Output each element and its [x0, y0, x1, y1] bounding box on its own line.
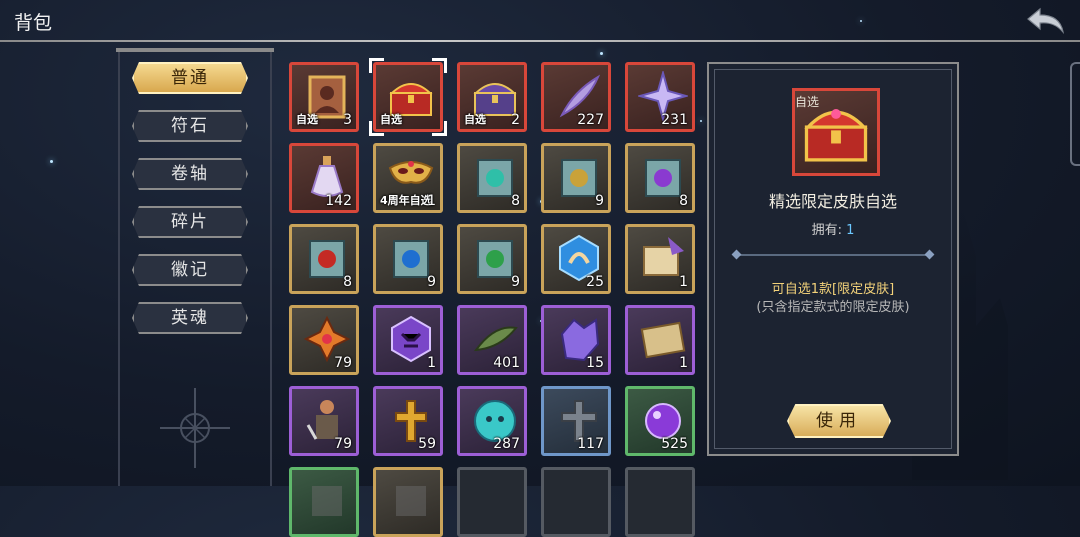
item-count: 2: [511, 112, 520, 128]
item-tag: 自选: [464, 113, 486, 126]
top-bar: 背包: [0, 0, 1080, 42]
back-button[interactable]: [1026, 6, 1066, 35]
detail-divider: [737, 254, 929, 256]
item-count: 1: [679, 274, 688, 290]
item-count: 25: [586, 274, 604, 290]
inventory-slot[interactable]: 15: [541, 305, 611, 375]
red-treasure-chest-icon: [804, 109, 868, 162]
inventory-slot[interactable]: 79: [289, 386, 359, 456]
inventory-slot[interactable]: [457, 467, 527, 537]
inventory-slot[interactable]: [289, 467, 359, 537]
item-count: 8: [679, 193, 688, 209]
inventory-slot[interactable]: [541, 467, 611, 537]
tab-hero-soul[interactable]: 英魂: [132, 302, 248, 334]
page-title: 背包: [14, 12, 53, 34]
inventory-slot[interactable]: 8: [457, 143, 527, 213]
inventory-slot[interactable]: [625, 467, 695, 537]
inventory-slot[interactable]: 9: [373, 224, 443, 294]
sidebar-top-rail: [116, 48, 274, 52]
inventory-slot[interactable]: 自选 2: [457, 62, 527, 132]
item-count: 9: [511, 274, 520, 290]
item-count: 1: [427, 355, 436, 371]
tab-scroll[interactable]: 卷轴: [132, 158, 248, 190]
inventory-slot[interactable]: 1: [373, 305, 443, 375]
item-count: 1: [679, 355, 688, 371]
inventory-slot[interactable]: 自选 3: [289, 62, 359, 132]
tab-normal[interactable]: 普通: [132, 62, 248, 94]
tab-emblem[interactable]: 徽记: [132, 254, 248, 286]
tab-fragment[interactable]: 碎片: [132, 206, 248, 238]
inventory-slot[interactable]: [373, 467, 443, 537]
item-count: 227: [577, 112, 604, 128]
item-count: 231: [661, 112, 688, 128]
inventory-slot[interactable]: 1: [625, 305, 695, 375]
item-count: 9: [427, 274, 436, 290]
sidebar-ornament-icon: [160, 388, 230, 468]
inventory-slot[interactable]: 59: [373, 386, 443, 456]
partial-item-icon: [396, 486, 426, 516]
item-count: 142: [325, 193, 352, 209]
inventory-slot[interactable]: 227: [541, 62, 611, 132]
item-count: 8: [511, 193, 520, 209]
item-count: 8: [343, 274, 352, 290]
inventory-slot[interactable]: 117: [541, 386, 611, 456]
item-tag: 自选: [380, 113, 402, 126]
inventory-slot[interactable]: 8: [289, 224, 359, 294]
inventory-slot[interactable]: 25: [541, 224, 611, 294]
inventory-slot[interactable]: 1: [625, 224, 695, 294]
item-count: 401: [493, 355, 520, 371]
detail-item-frame: 自选: [792, 88, 880, 176]
item-count: 59: [418, 436, 436, 452]
item-count: 117: [577, 436, 604, 452]
inventory-slot[interactable]: 142: [289, 143, 359, 213]
item-count: 287: [493, 436, 520, 452]
side-drawer-handle[interactable]: [1070, 62, 1080, 166]
header-divider: [0, 40, 1080, 42]
item-count: 1: [427, 193, 436, 209]
inventory-slot[interactable]: 8: [625, 143, 695, 213]
item-tag: 自选: [296, 113, 318, 126]
item-count: 525: [661, 436, 688, 452]
item-tag: 4周年自选: [380, 194, 432, 207]
inventory-slot[interactable]: 79: [289, 305, 359, 375]
category-sidebar: 普通 符石 卷轴 碎片 徽记 英魂: [116, 48, 274, 486]
inventory-slot[interactable]: 9: [541, 143, 611, 213]
item-count: 3: [343, 112, 352, 128]
item-description-note: (只含指定款式的限定皮肤): [756, 300, 910, 315]
inventory-slot[interactable]: 525: [625, 386, 695, 456]
inventory-slot[interactable]: 231: [625, 62, 695, 132]
partial-item-icon: [312, 486, 342, 516]
item-count: 9: [595, 193, 604, 209]
owned-row: 拥有: 1: [709, 219, 957, 238]
item-description: 可自选1款[限定皮肤]: [771, 282, 895, 297]
inventory-slot[interactable]: 自选: [373, 62, 443, 132]
back-arrow-icon: [1027, 7, 1064, 35]
item-count: 79: [334, 355, 352, 371]
use-button[interactable]: 使用: [787, 404, 891, 438]
item-count: 79: [334, 436, 352, 452]
owned-label: 拥有:: [811, 223, 842, 238]
item-detail-panel: 自选 精选限定皮肤自选 拥有: 1 可自选1款[限定皮肤] (只含指定款式的限定…: [707, 62, 959, 456]
inventory-slot[interactable]: 401: [457, 305, 527, 375]
item-count: 15: [586, 355, 604, 371]
inventory-slot[interactable]: 4周年自选 1: [373, 143, 443, 213]
inventory-slot[interactable]: 9: [457, 224, 527, 294]
inventory-slot[interactable]: 287: [457, 386, 527, 456]
owned-count: 1: [846, 223, 855, 238]
item-name: 精选限定皮肤自选: [768, 192, 897, 211]
tab-runestone[interactable]: 符石: [132, 110, 248, 142]
